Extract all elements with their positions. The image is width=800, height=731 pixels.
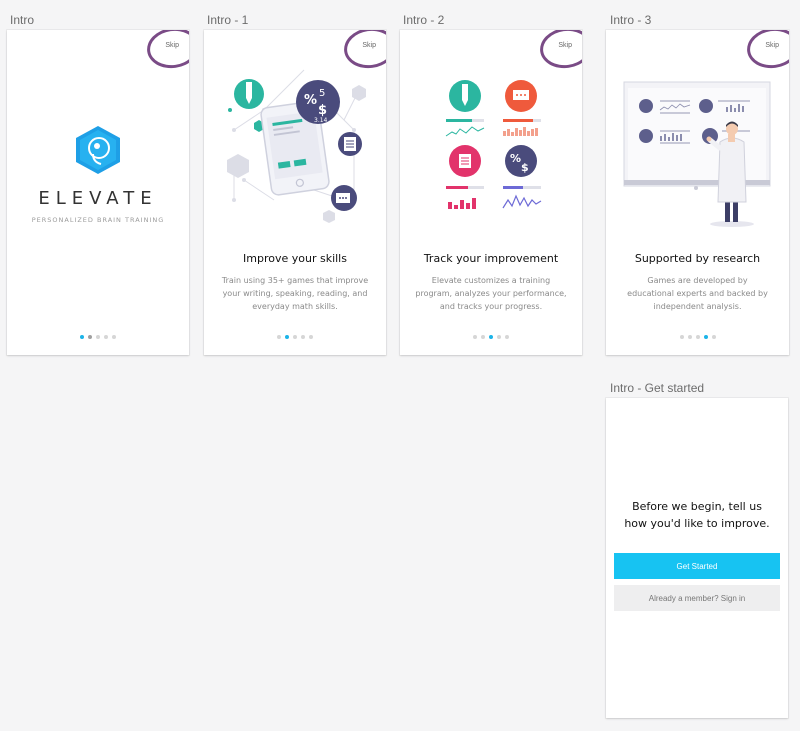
dollar-glyph: $ [521,161,529,174]
percent-glyph: % [304,93,317,108]
page-indicator [7,335,189,341]
five-glyph: 5 [319,88,325,99]
page-indicator [606,335,789,341]
description-line: and tracks your progress. [439,302,543,311]
page-dot [711,335,716,339]
page-dot [80,335,84,339]
page-dot [277,335,281,339]
screen-label-intro-3: Intro - 3 [610,13,652,27]
screen-title: Improve your skills [243,252,347,265]
screen-label-intro: Intro [10,13,35,27]
dollar-glyph: $ [318,103,327,118]
description-line: your writing, speaking, reading, and [222,289,368,298]
screen-description: Train using 35+ games that improve your … [218,274,372,313]
screen-label-intro-2: Intro - 2 [403,13,445,27]
get-started-button[interactable]: Get Started [614,553,780,579]
page-dot [293,335,297,339]
intro-1-screen: Skip % $ 5 3.14 Improve your skills Trai… [204,30,386,355]
page-dot [505,335,509,339]
page-dot [301,335,305,339]
progress-charts-illustration: % $ [445,80,542,209]
research-whiteboard-illustration [623,81,771,227]
screen-title: Track your improvement [423,252,559,265]
page-dot [96,335,100,339]
page-dot [695,335,700,339]
description-line: Train using 35+ games that improve [221,276,369,285]
page-dot [497,335,501,339]
description-line: independent analysis. [653,302,742,311]
page-dot [481,335,485,339]
screen-description: Games are developed by educational exper… [620,274,775,313]
get-started-screen: Before we begin, tell us how you'd like … [606,398,788,718]
elevate-logo-icon [76,126,120,174]
percent-glyph: % [510,152,521,165]
page-dot [309,335,313,339]
intro-screen: Skip ELEVATE PERSONALIZED BRAIN TRAINING [7,30,189,355]
description-line: program, analyzes your performance, [415,289,567,298]
page-dot [473,335,477,339]
logo-wordmark: ELEVATE [38,188,158,209]
logo-tagline: PERSONALIZED BRAIN TRAINING [31,216,165,224]
page-dot [679,335,684,339]
get-started-title: Before we begin, tell us how you'd like … [606,498,788,532]
description-line: everyday math skills. [252,302,338,311]
page-dot [88,335,92,339]
description-line: Games are developed by [647,276,748,285]
intro-3-screen: Skip Supported by research Games are dev… [606,30,789,355]
page-dot [285,335,289,339]
description-line: Elevate customizes a training [431,276,551,285]
description-line: educational experts and backed by [627,289,768,298]
page-indicator [400,335,582,341]
phone-games-illustration: % $ 5 3.14 [227,69,366,223]
page-dot [104,335,108,339]
screen-label-get-started: Intro - Get started [610,381,705,395]
screen-label-intro-1: Intro - 1 [207,13,249,27]
screen-description: Elevate customizes a training program, a… [414,274,568,313]
page-indicator [204,335,386,341]
page-dot [703,335,708,339]
page-dot [687,335,692,339]
title-line: Before we begin, tell us [632,500,762,513]
screen-title: Supported by research [634,252,761,265]
title-line: how you'd like to improve. [624,517,770,530]
intro-2-screen: Skip % $ Track your improvement Elevate … [400,30,582,355]
page-dot [112,335,116,339]
pi-glyph: 3.14 [314,117,328,124]
sign-in-button[interactable]: Already a member? Sign in [614,585,780,611]
page-dot [489,335,493,339]
